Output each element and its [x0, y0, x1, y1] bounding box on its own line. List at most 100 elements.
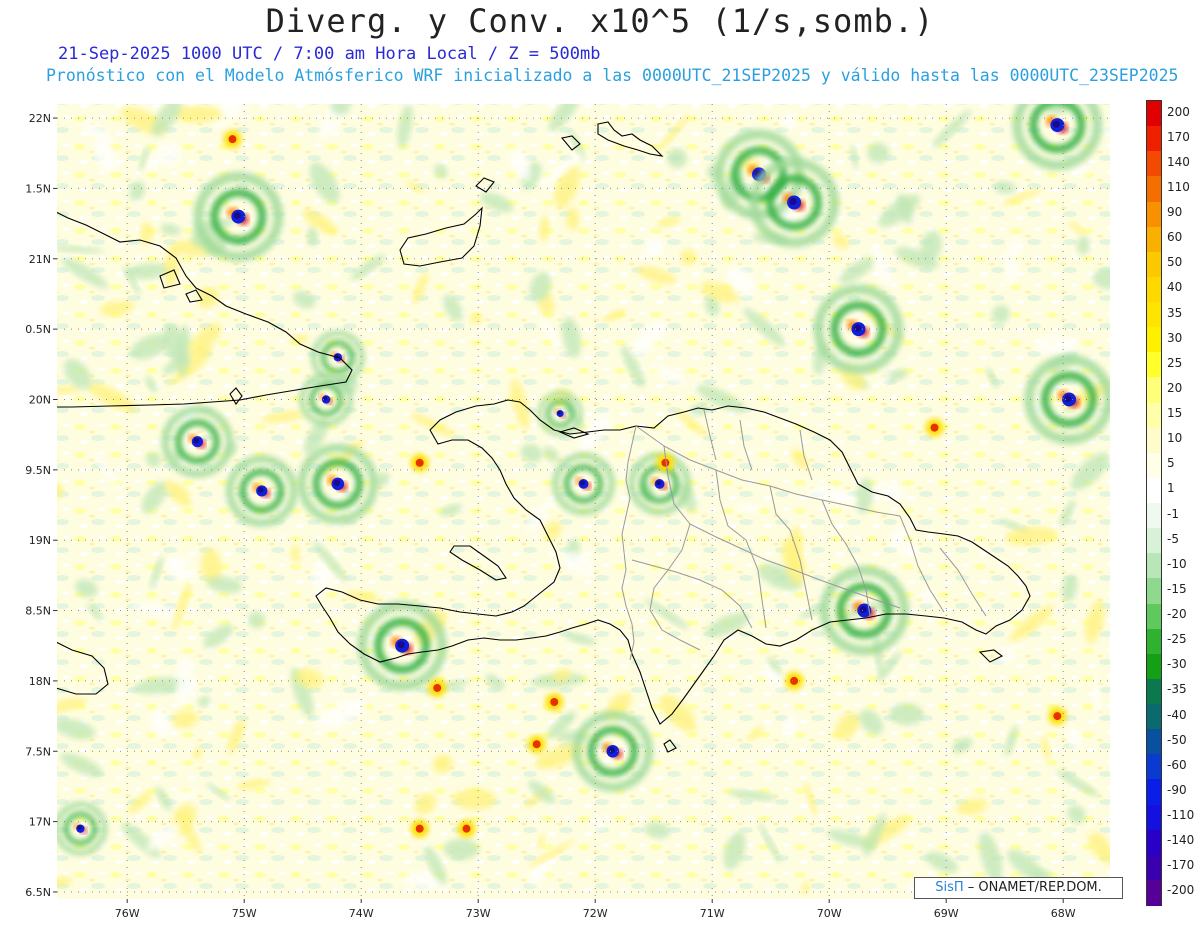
colorbar-segment — [1147, 754, 1161, 780]
lat-label: 1.5N — [25, 182, 51, 195]
convergence-core-inner — [789, 197, 797, 205]
colorbar-label: -90 — [1167, 782, 1187, 797]
convergence-core-inner — [233, 212, 241, 220]
colorbar-label: -110 — [1167, 808, 1195, 823]
colorbar — [1146, 100, 1162, 906]
lat-label: 6.5N — [25, 886, 51, 899]
divergence-spot — [410, 819, 429, 838]
colorbar-label: 25 — [1167, 355, 1183, 370]
credit-box: SisΠ – ONAMET/REP.DOM. — [914, 877, 1123, 899]
colorbar-segment — [1147, 176, 1161, 202]
colorbar-segment — [1147, 327, 1161, 353]
colorbar-segment — [1147, 201, 1161, 228]
lat-label: 9.5N — [25, 464, 51, 477]
colorbar-segment — [1147, 477, 1161, 504]
spot-core — [1053, 712, 1062, 721]
colorbar-segment — [1147, 704, 1161, 730]
colorbar-segment — [1147, 151, 1161, 177]
lat-label: 22N — [29, 112, 51, 125]
colorbar-segment — [1147, 352, 1161, 378]
convergence-core-inner — [1064, 394, 1072, 402]
convergence-core-inner — [397, 641, 405, 649]
colorbar-segment — [1147, 528, 1161, 554]
colorbar-label: 40 — [1167, 280, 1183, 295]
lat-label: 7.5N — [25, 745, 51, 758]
colorbar-segment — [1147, 377, 1161, 403]
convergence-center — [161, 405, 234, 478]
spot-core — [462, 824, 471, 833]
convergence-center — [813, 284, 904, 375]
colorbar-segment — [1147, 578, 1161, 604]
spot-core — [228, 135, 237, 144]
colorbar-label: -170 — [1167, 858, 1195, 873]
sispi-logo: SisΠ — [935, 880, 964, 895]
credit-text: – ONAMET/REP.DOM. — [967, 880, 1102, 895]
colorbar-segment — [1147, 829, 1161, 856]
colorbar-label: -40 — [1167, 707, 1187, 722]
colorbar-label: 10 — [1167, 431, 1183, 446]
colorbar-segment — [1147, 729, 1161, 755]
divergence-spot — [527, 735, 546, 754]
convergence-core-inner — [193, 437, 200, 444]
colorbar-label: 90 — [1167, 205, 1183, 220]
lon-label: 69W — [934, 907, 959, 920]
colorbar-label: -25 — [1167, 632, 1187, 647]
colorbar-label: -5 — [1167, 531, 1179, 546]
divergence-spot — [410, 453, 429, 472]
convergence-core-inner — [1052, 120, 1060, 128]
divergence-spot — [925, 418, 944, 437]
spot-core — [550, 698, 559, 707]
convergence-center — [819, 565, 910, 656]
colorbar-segment — [1147, 302, 1161, 328]
lon-label: 71W — [700, 907, 725, 920]
convergence-core-inner — [656, 480, 661, 486]
colorbar-label: 30 — [1167, 330, 1183, 345]
latitude-labels: 22N 1.5N 21N 0.5N 20N 9.5N 19N 8.5N 18N 7.5N 17N 6.… — [25, 112, 51, 899]
colorbar-segment — [1147, 678, 1161, 705]
colorbar-label: 110 — [1167, 179, 1190, 194]
convergence-core-inner — [859, 606, 867, 614]
colorbar-segment — [1147, 276, 1161, 303]
colorbar-label: -30 — [1167, 657, 1187, 672]
colorbar-label: 50 — [1167, 255, 1183, 270]
colorbar-label: -10 — [1167, 556, 1187, 571]
convergence-core-inner — [77, 825, 82, 830]
colorbar-label: -200 — [1167, 883, 1195, 898]
colorbar-label: 5 — [1167, 456, 1175, 471]
colorbar-label: 15 — [1167, 406, 1183, 421]
divergence-spot — [223, 130, 242, 149]
colorbar-segment — [1147, 427, 1161, 454]
divergence-spot — [428, 678, 447, 697]
colorbar-segment — [1147, 628, 1161, 655]
colorbar-label: 140 — [1167, 154, 1190, 169]
colorbar-segment — [1147, 126, 1161, 152]
colorbar-label: -1 — [1167, 506, 1179, 521]
colorbar-segment — [1147, 779, 1161, 805]
field-texture — [443, 838, 479, 860]
colorbar-segment — [1147, 854, 1161, 881]
divergence-spot — [457, 819, 476, 838]
lat-label: 19N — [29, 534, 51, 547]
colorbar-segment — [1147, 553, 1161, 579]
colorbar-label: 1 — [1167, 481, 1175, 496]
colorbar-label: -15 — [1167, 581, 1187, 596]
spot-core — [415, 824, 424, 833]
lat-label: 20N — [29, 393, 51, 406]
lat-label: 17N — [29, 816, 51, 829]
convergence-core-inner — [557, 410, 561, 415]
colorbar-label: -140 — [1167, 833, 1195, 848]
colorbar-segment — [1147, 251, 1161, 278]
colorbar-segment — [1147, 402, 1161, 429]
colorbar-label: -20 — [1167, 607, 1187, 622]
spot-core — [930, 423, 939, 432]
convergence-core-inner — [580, 480, 585, 486]
convergence-core-inner — [608, 747, 615, 754]
lon-label: 76W — [115, 907, 140, 920]
lon-label: 73W — [466, 907, 491, 920]
colorbar-label: -50 — [1167, 732, 1187, 747]
spot-core — [532, 740, 541, 749]
lon-label: 74W — [349, 907, 374, 920]
convergence-core-inner — [257, 487, 264, 493]
spot-core — [433, 683, 442, 692]
convergence-center — [193, 171, 284, 262]
